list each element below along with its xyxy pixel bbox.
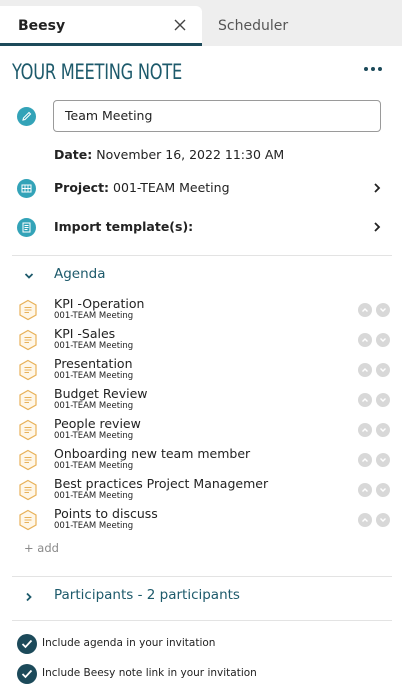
chevron-down-icon[interactable] (23, 270, 35, 282)
divider (12, 620, 392, 621)
import-template-row[interactable]: Import template(s): (54, 219, 193, 234)
move-up-icon[interactable] (358, 453, 372, 467)
close-icon[interactable] (170, 15, 190, 35)
agenda-item-icon (19, 479, 37, 501)
agenda-item-icon (19, 419, 37, 441)
template-icon (17, 218, 36, 237)
import-template-label: Import template(s): (54, 219, 194, 234)
date-value: November 16, 2022 11:30 AM (96, 147, 285, 162)
agenda-item[interactable]: Best practices Project Managemer 001-TEAM… (14, 475, 394, 505)
move-down-icon[interactable] (376, 513, 390, 527)
move-down-icon[interactable] (376, 333, 390, 347)
include-agenda-checkbox[interactable] (17, 634, 37, 654)
divider (12, 255, 392, 256)
agenda-item-icon (19, 359, 37, 381)
tab-scheduler[interactable]: Scheduler (218, 18, 288, 34)
agenda-item-title: KPI -Operation (54, 296, 145, 311)
agenda-item-title: Best practices Project Managemer (54, 476, 269, 491)
move-down-icon[interactable] (376, 363, 390, 377)
move-down-icon[interactable] (376, 393, 390, 407)
import-chevron-right-icon[interactable] (372, 221, 382, 233)
move-up-icon[interactable] (358, 393, 372, 407)
participants-title[interactable]: Participants - 2 participants (54, 587, 240, 603)
agenda-item[interactable]: Onboarding new team member 001-TEAM Meeti… (14, 445, 394, 475)
add-agenda-item-button[interactable]: + add (24, 541, 59, 555)
agenda-item-title: KPI -Sales (54, 326, 116, 341)
agenda-item-title: Budget Review (54, 386, 148, 401)
agenda-item-title: Presentation (54, 356, 133, 371)
agenda-item-icon (19, 329, 37, 351)
move-up-icon[interactable] (358, 303, 372, 317)
include-link-checkbox[interactable] (17, 664, 37, 684)
agenda-item[interactable]: KPI -Operation 001-TEAM Meeting (14, 295, 394, 325)
agenda-item-project: 001-TEAM Meeting (54, 491, 134, 501)
move-up-icon[interactable] (358, 333, 372, 347)
move-up-icon[interactable] (358, 483, 372, 497)
move-up-icon[interactable] (358, 363, 372, 377)
date-label: Date: (54, 147, 93, 162)
agenda-item-project: 001-TEAM Meeting (54, 401, 134, 411)
agenda-item-title: Onboarding new team member (54, 446, 251, 461)
agenda-title[interactable]: Agenda (54, 266, 106, 282)
pencil-icon (17, 107, 36, 126)
meeting-name-input[interactable]: Team Meeting (53, 100, 381, 132)
project-label: Project: (54, 180, 110, 195)
agenda-item-project: 001-TEAM Meeting (54, 371, 134, 381)
move-down-icon[interactable] (376, 423, 390, 437)
agenda-item[interactable]: Points to discuss 001-TEAM Meeting (14, 505, 394, 535)
chevron-right-icon[interactable] (23, 591, 35, 603)
agenda-item[interactable]: Budget Review 001-TEAM Meeting (14, 385, 394, 415)
more-options-icon[interactable] (362, 64, 384, 74)
include-link-label: Include Beesy note link in your invitati… (42, 667, 257, 679)
project-row[interactable]: Project: 001-TEAM Meeting (54, 180, 230, 195)
project-icon (17, 179, 36, 198)
move-up-icon[interactable] (358, 513, 372, 527)
agenda-item-project: 001-TEAM Meeting (54, 461, 134, 471)
date-row: Date: November 16, 2022 11:30 AM (54, 147, 284, 162)
tab-beesy[interactable]: Beesy (0, 6, 202, 46)
project-value: 001-TEAM Meeting (113, 180, 230, 195)
include-agenda-label: Include agenda in your invitation (42, 637, 216, 649)
agenda-item-icon (19, 449, 37, 471)
agenda-item-project: 001-TEAM Meeting (54, 341, 134, 351)
project-chevron-right-icon[interactable] (372, 182, 382, 194)
agenda-item[interactable]: Presentation 001-TEAM Meeting (14, 355, 394, 385)
agenda-item-title: Points to discuss (54, 506, 158, 521)
agenda-item[interactable]: People review 001-TEAM Meeting (14, 415, 394, 445)
tab-beesy-label: Beesy (18, 18, 66, 34)
tab-bar: Beesy Scheduler (0, 0, 402, 46)
agenda-item-icon (19, 299, 37, 321)
divider (12, 576, 392, 577)
agenda-item-project: 001-TEAM Meeting (54, 521, 134, 531)
move-down-icon[interactable] (376, 483, 390, 497)
move-down-icon[interactable] (376, 453, 390, 467)
move-down-icon[interactable] (376, 303, 390, 317)
agenda-item[interactable]: KPI -Sales 001-TEAM Meeting (14, 325, 394, 355)
agenda-item-title: People review (54, 416, 141, 431)
agenda-item-project: 001-TEAM Meeting (54, 431, 134, 441)
agenda-item-icon (19, 389, 37, 411)
agenda-item-icon (19, 509, 37, 531)
agenda-item-project: 001-TEAM Meeting (54, 311, 134, 321)
move-up-icon[interactable] (358, 423, 372, 437)
page-title: YOUR MEETING NOTE (12, 60, 182, 84)
